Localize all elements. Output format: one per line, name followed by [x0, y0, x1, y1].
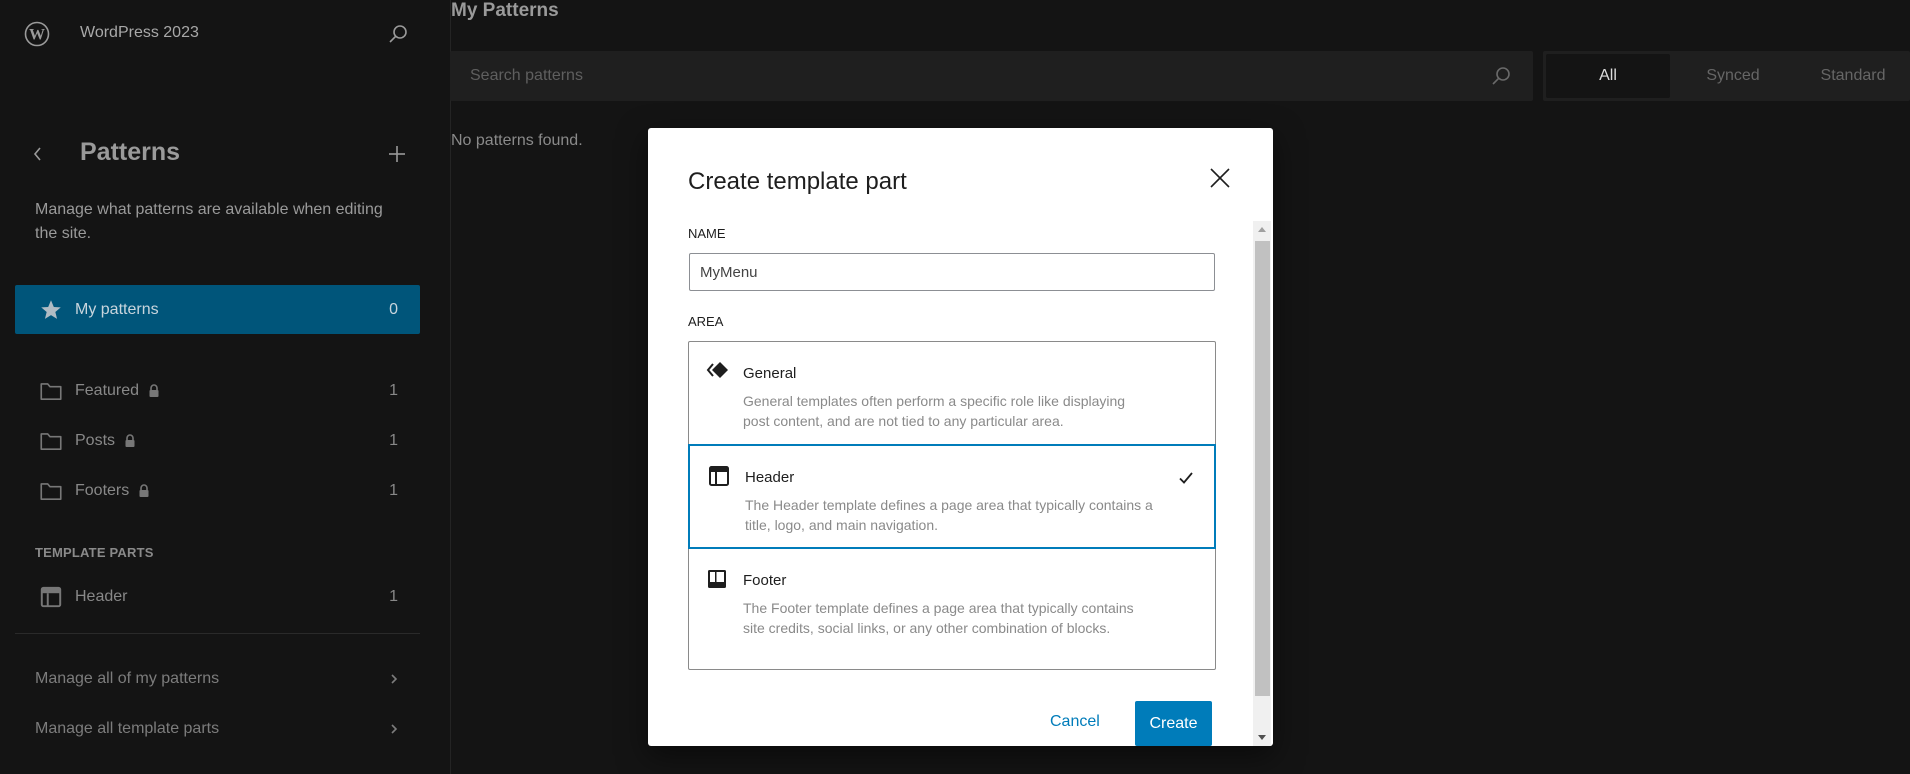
lock-icon: [139, 483, 149, 497]
back-chevron-icon[interactable]: [26, 142, 50, 166]
cancel-button[interactable]: Cancel: [1050, 713, 1100, 731]
filter-all[interactable]: All: [1546, 54, 1670, 98]
search-patterns-box: [450, 51, 1533, 101]
sidebar-item-count: 1: [389, 587, 398, 605]
close-icon[interactable]: [1208, 166, 1232, 190]
folder-icon: [40, 432, 62, 450]
sidebar-item-label: Featured: [75, 381, 140, 399]
pattern-filter-toggle: All Synced Standard: [1543, 51, 1910, 101]
filter-standard[interactable]: Standard: [1796, 54, 1910, 98]
sidebar-item-my-patterns[interactable]: My patterns 0: [15, 285, 420, 334]
star-icon: [41, 299, 61, 319]
sidebar: W WordPress 2023 Patterns Manage what pa…: [0, 0, 451, 774]
sidebar-item-label: Header: [75, 587, 128, 605]
manage-template-parts-link[interactable]: Manage all template parts: [15, 708, 420, 752]
add-pattern-plus-icon[interactable]: [385, 142, 409, 166]
sidebar-item-label: My patterns: [75, 300, 159, 318]
chevron-right-icon: [391, 674, 398, 684]
search-patterns-input[interactable]: [450, 51, 1490, 101]
header-layout-icon: [40, 586, 62, 607]
manage-link-label: Manage all of my patterns: [35, 670, 220, 687]
sidebar-item-count: 0: [389, 300, 398, 318]
create-button[interactable]: Create: [1135, 701, 1212, 746]
scroll-down-arrow-icon[interactable]: [1258, 735, 1266, 740]
area-option-name: Footer: [743, 572, 787, 589]
empty-state-message: No patterns found.: [451, 132, 583, 149]
chevron-right-icon: [391, 724, 398, 734]
area-option-header[interactable]: Header The Header template defines a pag…: [688, 444, 1216, 549]
manage-link-label: Manage all template parts: [35, 720, 220, 737]
sidebar-item-footers[interactable]: Footers 1: [15, 466, 420, 515]
site-title[interactable]: WordPress 2023: [80, 24, 199, 42]
sidebar-title: Patterns: [80, 138, 181, 166]
modal-scrollbar[interactable]: [1253, 221, 1271, 746]
area-option-description: The Footer template defines a page area …: [743, 600, 1134, 636]
template-parts-heading: TEMPLATE PARTS: [35, 545, 154, 560]
footer-layout-icon: [708, 570, 726, 588]
area-option-name: Header: [745, 469, 795, 486]
sidebar-item-posts[interactable]: Posts 1: [15, 416, 420, 465]
scrollbar-thumb[interactable]: [1255, 241, 1270, 696]
folder-icon: [40, 482, 62, 500]
area-label: AREA: [688, 314, 724, 329]
folder-icon: [40, 382, 62, 400]
filter-synced[interactable]: Synced: [1673, 54, 1793, 98]
name-input[interactable]: [689, 253, 1215, 291]
svg-text:W: W: [29, 27, 45, 44]
symbol-general-icon: [706, 362, 728, 378]
area-option-name: General: [743, 365, 797, 382]
sidebar-item-label: Posts: [75, 431, 116, 449]
sidebar-item-count: 1: [389, 431, 398, 449]
header-layout-icon: [709, 466, 729, 486]
sidebar-item-header-template-part[interactable]: Header 1: [15, 572, 420, 621]
sidebar-item-label: Footers: [75, 481, 130, 499]
checkmark-icon: [1179, 472, 1193, 484]
sidebar-item-count: 1: [389, 381, 398, 399]
search-icon: [1492, 67, 1510, 85]
lock-icon: [149, 383, 159, 397]
site-hub: W WordPress 2023: [0, 0, 450, 70]
lock-icon: [125, 433, 135, 447]
area-option-general[interactable]: General General templates often perform …: [688, 342, 1216, 444]
page-title: My Patterns: [451, 0, 559, 21]
sidebar-item-count: 1: [389, 481, 398, 499]
name-label: NAME: [688, 226, 726, 241]
area-option-description: The Header template defines a page area …: [745, 497, 1153, 533]
search-icon[interactable]: [386, 22, 410, 46]
scroll-up-arrow-icon[interactable]: [1258, 227, 1266, 232]
sidebar-item-featured[interactable]: Featured 1: [15, 366, 420, 415]
area-option-description: General templates often perform a specif…: [743, 393, 1126, 429]
create-template-part-modal: Create template part NAME AREA General G…: [648, 128, 1273, 746]
area-radio-group: General General templates often perform …: [688, 341, 1216, 670]
area-option-footer[interactable]: Footer The Footer template defines a pag…: [688, 549, 1216, 669]
wordpress-logo-icon[interactable]: W: [24, 21, 50, 47]
sidebar-description: Manage what patterns are available when …: [35, 201, 383, 242]
sidebar-divider: [15, 633, 420, 634]
modal-title: Create template part: [688, 168, 907, 195]
manage-my-patterns-link[interactable]: Manage all of my patterns: [15, 658, 420, 702]
